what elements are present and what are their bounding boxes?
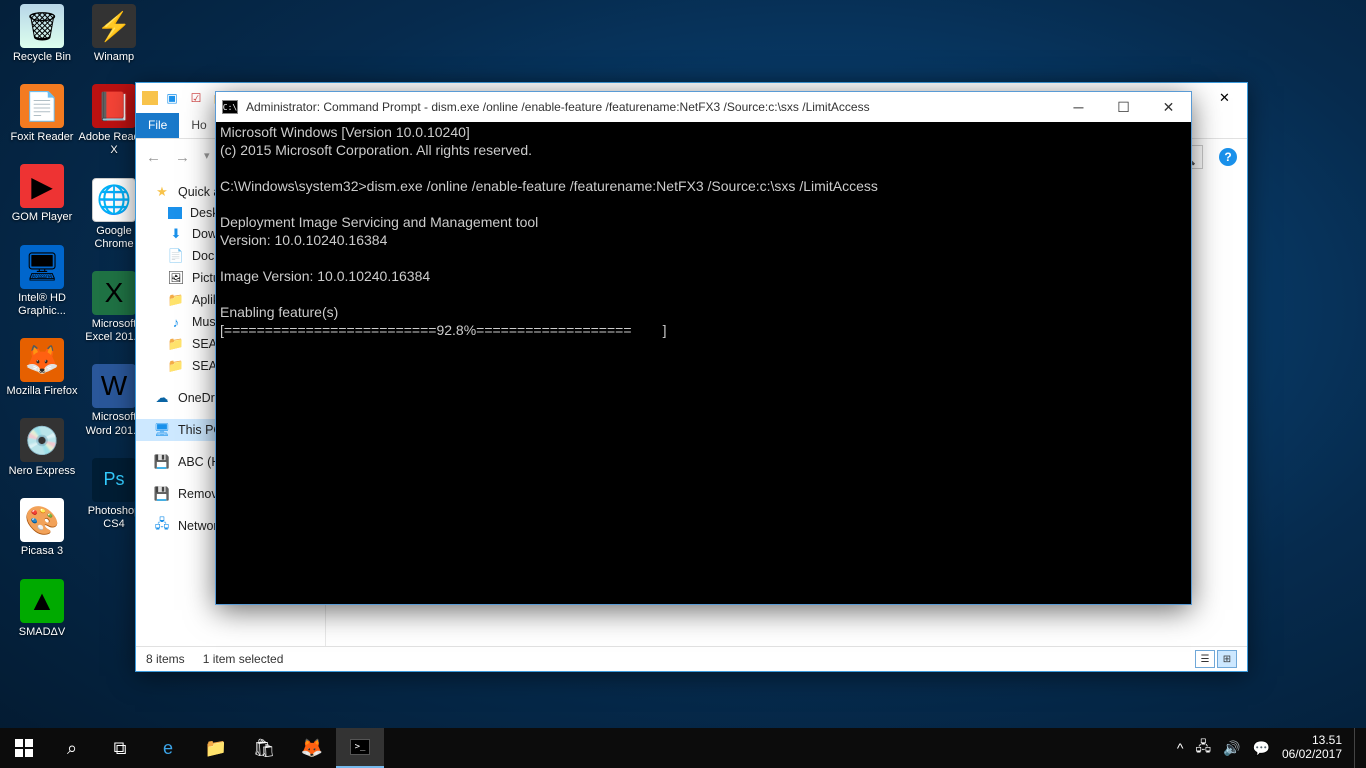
download-icon: ⬇ — [168, 226, 184, 242]
desktop-icon-smadav[interactable]: ▲ SMADΔV — [6, 579, 78, 639]
show-desktop-button[interactable] — [1354, 728, 1360, 768]
tray-action-center-icon[interactable]: 💬 — [1253, 740, 1270, 757]
cmd-line: (c) 2015 Microsoft Corporation. All righ… — [220, 142, 532, 158]
cmd-line: Image Version: 10.0.10240.16384 — [220, 268, 430, 284]
recycle-bin-icon: 🗑 — [20, 4, 64, 48]
tray-chevron-up-icon[interactable]: ^ — [1177, 740, 1184, 756]
tray-volume-icon[interactable]: 🔊 — [1223, 740, 1240, 757]
command-prompt-window[interactable]: C:\ Administrator: Command Prompt - dism… — [216, 92, 1191, 604]
cmd-line: C:\Windows\system32>dism.exe /online /en… — [220, 178, 878, 194]
status-selected-count: 1 item selected — [203, 652, 284, 666]
desktop-icon-label: Picasa 3 — [6, 545, 78, 558]
desktop-icon-label: Nero Express — [6, 465, 78, 478]
taskbar-app-explorer[interactable]: 📁 — [192, 728, 240, 768]
disk-icon: 💾 — [154, 454, 170, 470]
cmd-close-button[interactable]: ✕ — [1146, 92, 1191, 122]
folder-icon: 📁 — [168, 358, 184, 374]
cmd-line: Microsoft Windows [Version 10.0.10240] — [220, 124, 470, 140]
nav-back-button[interactable]: ← — [146, 149, 161, 166]
excel-icon: X — [92, 271, 136, 315]
cmd-maximize-button[interactable]: ☐ — [1101, 92, 1146, 122]
cmd-line: Version: 10.0.10240.16384 — [220, 232, 387, 248]
tray-date: 06/02/2017 — [1282, 748, 1342, 762]
cmd-line: [==========================92.8%========… — [220, 322, 667, 338]
photoshop-icon: Ps — [92, 458, 136, 502]
cmd-titlebar[interactable]: C:\ Administrator: Command Prompt - dism… — [216, 92, 1191, 122]
taskbar-app-firefox[interactable]: 🦊 — [288, 728, 336, 768]
qat-checkbox-icon[interactable]: ☑ — [186, 88, 206, 108]
cmd-system-icon[interactable]: C:\ — [222, 100, 238, 114]
disk-icon: 💾 — [154, 486, 170, 502]
explorer-close-button[interactable]: ✕ — [1202, 83, 1247, 113]
winamp-icon: ⚡ — [92, 4, 136, 48]
start-button[interactable] — [0, 728, 48, 768]
picasa-icon: 🎨 — [20, 498, 64, 542]
help-button[interactable]: ? — [1219, 148, 1237, 166]
desktop-icon-foxit[interactable]: 📄 Foxit Reader — [6, 84, 78, 144]
view-details-button[interactable]: ☰ — [1195, 650, 1215, 668]
desktop-icon-picasa[interactable]: 🎨 Picasa 3 — [6, 498, 78, 558]
folder-icon: 📁 — [168, 336, 184, 352]
cmd-title-text: Administrator: Command Prompt - dism.exe… — [246, 100, 870, 114]
desktop-icon-label: Intel® HD Graphic... — [6, 292, 78, 318]
taskbar-app-edge[interactable]: e — [144, 728, 192, 768]
tab-home[interactable]: Ho — [179, 113, 218, 138]
foxit-icon: 📄 — [20, 84, 64, 128]
tab-file[interactable]: File — [136, 113, 179, 138]
system-tray: ^ 🖧 🔊 💬 13.51 06/02/2017 — [1177, 728, 1366, 768]
explorer-status-bar: 8 items 1 item selected ☰ ⊞ — [136, 646, 1247, 671]
pictures-icon: 🖼 — [168, 270, 184, 286]
taskbar-app-cmd[interactable]: >_ — [336, 728, 384, 768]
cmd-output[interactable]: Microsoft Windows [Version 10.0.10240] (… — [216, 122, 1191, 604]
intel-icon: 🖥 — [20, 245, 64, 289]
search-button[interactable]: ⌕ — [48, 728, 96, 768]
desktop-icon-firefox[interactable]: 🦊 Mozilla Firefox — [6, 338, 78, 398]
view-large-icons-button[interactable]: ⊞ — [1217, 650, 1237, 668]
desktop-icon-label: SMADΔV — [6, 626, 78, 639]
nav-history-dropdown[interactable]: ▾ — [204, 149, 210, 166]
qat-properties-icon[interactable]: ▣ — [162, 88, 182, 108]
document-icon: 📄 — [168, 248, 184, 264]
status-item-count: 8 items — [146, 652, 185, 666]
cmd-line: Deployment Image Servicing and Managemen… — [220, 214, 538, 230]
desktop-icon-nero[interactable]: 💿 Nero Express — [6, 418, 78, 478]
desktop-icon-label: GOM Player — [6, 211, 78, 224]
taskbar-app-store[interactable]: 🛍 — [240, 728, 288, 768]
gom-icon: ▶ — [20, 164, 64, 208]
tray-time: 13.51 — [1282, 734, 1342, 748]
folder-icon: 📁 — [168, 292, 184, 308]
task-view-button[interactable]: ⧉ — [96, 728, 144, 768]
cmd-line: Enabling feature(s) — [220, 304, 338, 320]
onedrive-icon: ☁ — [154, 390, 170, 406]
nav-forward-button[interactable]: → — [175, 149, 190, 166]
desktop-icon-label: Recycle Bin — [6, 51, 78, 64]
network-icon: 🖧 — [154, 518, 170, 534]
smadav-icon: ▲ — [20, 579, 64, 623]
chrome-icon: 🌐 — [92, 178, 136, 222]
desktop-icon-recycle-bin[interactable]: 🗑 Recycle Bin — [6, 4, 78, 64]
desktop-icon-intel[interactable]: 🖥 Intel® HD Graphic... — [6, 245, 78, 318]
music-icon: ♪ — [168, 314, 184, 330]
desktop-icon-label: Foxit Reader — [6, 131, 78, 144]
cmd-minimize-button[interactable]: ─ — [1056, 92, 1101, 122]
tray-clock[interactable]: 13.51 06/02/2017 — [1282, 734, 1342, 762]
desktop-icon-label: Mozilla Firefox — [6, 385, 78, 398]
cmd-icon: >_ — [350, 739, 370, 755]
desktop-icon-gom[interactable]: ▶ GOM Player — [6, 164, 78, 224]
star-icon: ★ — [154, 184, 170, 200]
firefox-icon: 🦊 — [20, 338, 64, 382]
desktop-icon-label: Winamp — [78, 51, 150, 64]
adobe-icon: 📕 — [92, 84, 136, 128]
sidebar-item-label: Quick a — [178, 185, 220, 199]
desktop-icon-winamp[interactable]: ⚡ Winamp — [78, 4, 150, 64]
taskbar: ⌕ ⧉ e 📁 🛍 🦊 >_ ^ 🖧 🔊 💬 13.51 06/02/2017 — [0, 728, 1366, 768]
pc-icon: 🖥 — [154, 422, 170, 438]
desktop-icon — [168, 207, 182, 219]
tray-network-icon[interactable]: 🖧 — [1195, 736, 1211, 760]
word-icon: W — [92, 364, 136, 408]
explorer-system-icon[interactable] — [142, 91, 158, 105]
nero-icon: 💿 — [20, 418, 64, 462]
windows-logo-icon — [15, 739, 33, 757]
